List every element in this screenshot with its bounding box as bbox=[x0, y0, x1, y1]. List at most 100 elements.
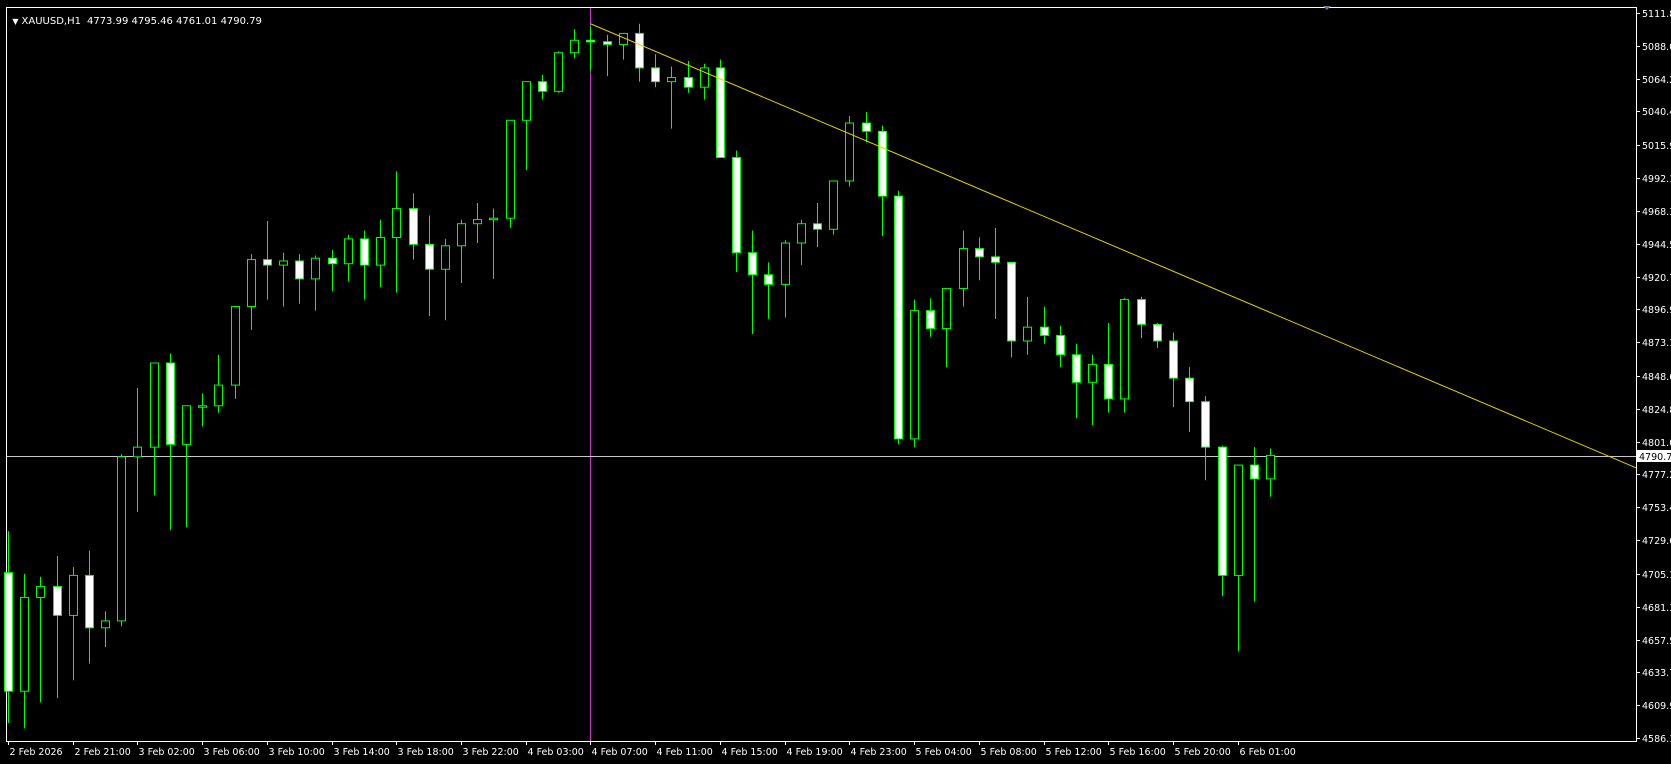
candle-body bbox=[506, 119, 515, 219]
candle[interactable] bbox=[716, 59, 725, 159]
price-label: 4586.10 bbox=[1642, 734, 1671, 745]
candle[interactable] bbox=[425, 215, 434, 317]
candle[interactable] bbox=[878, 125, 887, 237]
candle[interactable] bbox=[328, 249, 337, 292]
candle[interactable] bbox=[845, 116, 854, 187]
candle[interactable] bbox=[311, 255, 320, 311]
candle[interactable] bbox=[1104, 323, 1113, 413]
candle[interactable] bbox=[392, 171, 401, 293]
candle[interactable] bbox=[85, 550, 94, 664]
candle[interactable] bbox=[489, 208, 498, 279]
time-label: 5 Feb 12:00 bbox=[1046, 747, 1102, 758]
candle[interactable] bbox=[975, 237, 984, 281]
candle[interactable] bbox=[1201, 396, 1210, 481]
candle[interactable] bbox=[20, 574, 29, 729]
candle[interactable] bbox=[651, 54, 660, 88]
candle-body bbox=[150, 362, 159, 448]
candle[interactable] bbox=[522, 81, 531, 170]
candle[interactable] bbox=[570, 29, 579, 59]
trendline[interactable] bbox=[590, 23, 1637, 469]
time-label: 3 Feb 22:00 bbox=[463, 747, 519, 758]
candle[interactable] bbox=[910, 299, 919, 448]
candle[interactable] bbox=[133, 387, 142, 512]
candle[interactable] bbox=[538, 74, 547, 100]
candle[interactable] bbox=[117, 454, 126, 627]
candle[interactable] bbox=[231, 305, 240, 399]
time-label: 3 Feb 02:00 bbox=[139, 747, 195, 758]
candle[interactable] bbox=[214, 354, 223, 413]
candle[interactable] bbox=[182, 405, 191, 528]
candle[interactable] bbox=[1056, 325, 1065, 368]
candle[interactable] bbox=[263, 220, 272, 300]
candle[interactable] bbox=[764, 262, 773, 319]
candle[interactable] bbox=[166, 353, 175, 530]
candle[interactable] bbox=[1169, 332, 1178, 408]
candle[interactable] bbox=[942, 288, 951, 368]
price-label: 4968.30 bbox=[1642, 207, 1671, 218]
candle[interactable] bbox=[1266, 448, 1275, 497]
candle[interactable] bbox=[1153, 323, 1162, 348]
candle[interactable] bbox=[198, 393, 207, 427]
candle[interactable] bbox=[554, 51, 563, 93]
candle[interactable] bbox=[797, 219, 806, 266]
price-chart[interactable]: 5111.80 5088.00 5064.20 5040.40 5015.90 4992.… bbox=[0, 0, 1671, 764]
candle[interactable] bbox=[603, 34, 612, 77]
candle-body bbox=[991, 256, 1000, 263]
candle[interactable] bbox=[36, 576, 45, 703]
candle-body bbox=[586, 39, 595, 43]
candle-body bbox=[1056, 334, 1065, 356]
candle[interactable] bbox=[667, 66, 676, 129]
candle[interactable] bbox=[1250, 447, 1259, 602]
candle-body bbox=[522, 81, 531, 121]
price-label: 4705.10 bbox=[1642, 570, 1671, 581]
candle[interactable] bbox=[700, 63, 709, 100]
candle[interactable] bbox=[4, 531, 13, 723]
candle-body bbox=[926, 310, 935, 330]
candle[interactable] bbox=[1185, 367, 1194, 432]
candle[interactable] bbox=[1023, 296, 1032, 355]
candle[interactable] bbox=[295, 254, 304, 304]
candle[interactable] bbox=[279, 252, 288, 307]
candle[interactable] bbox=[409, 193, 418, 260]
candle[interactable] bbox=[506, 119, 515, 228]
candle[interactable] bbox=[1007, 261, 1016, 358]
candle[interactable] bbox=[457, 219, 466, 284]
candle[interactable] bbox=[586, 26, 595, 71]
candle-body bbox=[538, 81, 547, 92]
candle[interactable] bbox=[862, 112, 871, 143]
candle[interactable] bbox=[1218, 445, 1227, 597]
candle[interactable] bbox=[829, 180, 838, 235]
candle[interactable] bbox=[53, 556, 62, 699]
candle[interactable] bbox=[813, 203, 822, 248]
candle-body bbox=[231, 305, 240, 386]
candle[interactable] bbox=[781, 240, 790, 318]
time-label: 5 Feb 08:00 bbox=[981, 747, 1037, 758]
candle-body bbox=[942, 288, 951, 330]
candle[interactable] bbox=[376, 219, 385, 288]
candle[interactable] bbox=[441, 238, 450, 321]
candle-body bbox=[716, 67, 725, 159]
candle[interactable] bbox=[1040, 306, 1049, 344]
candle[interactable] bbox=[473, 203, 482, 244]
candle[interactable] bbox=[1120, 298, 1129, 413]
candle[interactable] bbox=[247, 254, 256, 330]
candle[interactable] bbox=[360, 230, 369, 300]
candle[interactable] bbox=[926, 298, 935, 337]
candle[interactable] bbox=[69, 567, 78, 681]
candle[interactable] bbox=[635, 23, 644, 82]
candle[interactable] bbox=[344, 234, 353, 282]
candle[interactable] bbox=[732, 150, 741, 272]
candle[interactable] bbox=[748, 230, 757, 335]
candle[interactable] bbox=[1234, 464, 1243, 652]
candle[interactable] bbox=[101, 611, 110, 648]
candle[interactable] bbox=[1072, 343, 1081, 419]
candle[interactable] bbox=[150, 362, 159, 496]
candle[interactable] bbox=[1137, 296, 1146, 339]
candle[interactable] bbox=[959, 230, 968, 307]
candle[interactable] bbox=[991, 227, 1000, 319]
candle-body bbox=[20, 596, 29, 692]
candle[interactable] bbox=[1088, 354, 1097, 426]
candle-body bbox=[878, 130, 887, 197]
time-label: 4 Feb 19:00 bbox=[787, 747, 843, 758]
candle[interactable] bbox=[894, 190, 903, 445]
